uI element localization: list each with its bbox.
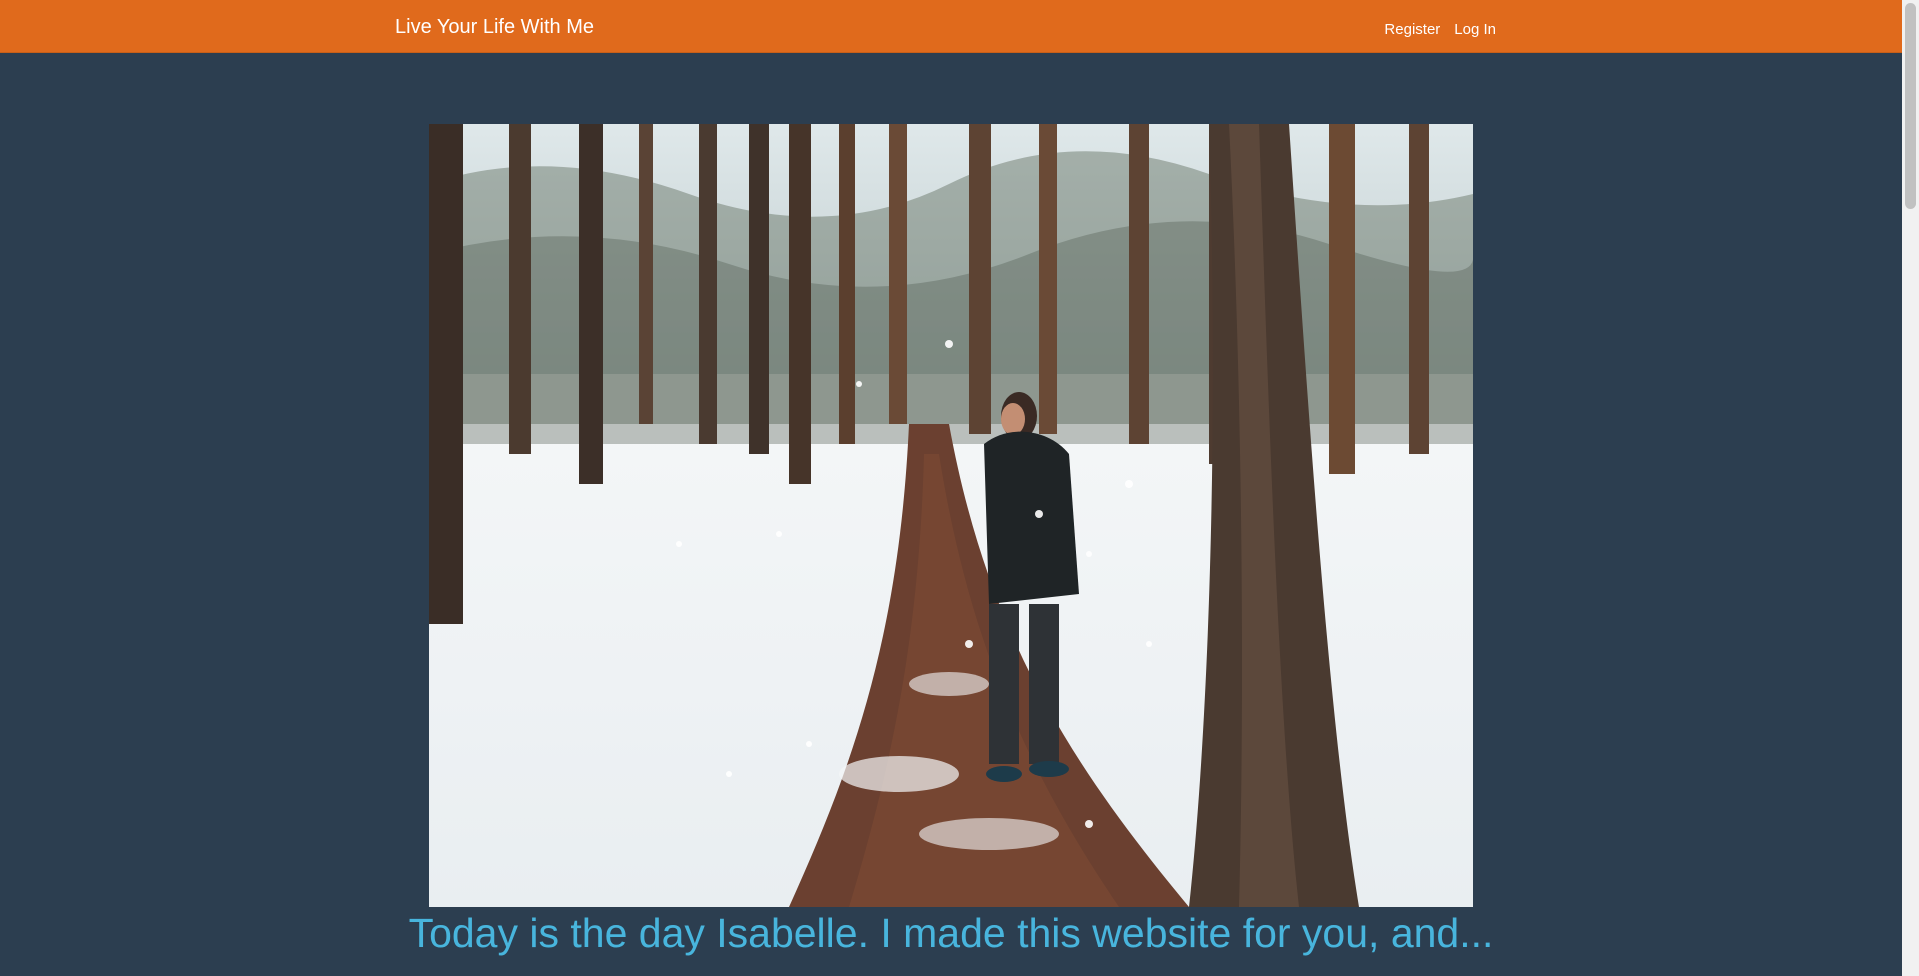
register-link[interactable]: Register [1384, 21, 1440, 38]
hero-caption: Today is the day Isabelle. I made this w… [408, 910, 1494, 956]
snowy-forest-image [429, 124, 1473, 907]
top-navbar: Live Your Life With Me Register Log In [0, 0, 1902, 53]
nav-links: Register Log In [1384, 21, 1496, 38]
login-link[interactable]: Log In [1454, 21, 1496, 38]
scrollbar-thumb[interactable] [1905, 3, 1916, 209]
vertical-scrollbar[interactable] [1902, 0, 1919, 976]
hero-photo [429, 124, 1473, 907]
brand-link[interactable]: Live Your Life With Me [395, 16, 594, 39]
